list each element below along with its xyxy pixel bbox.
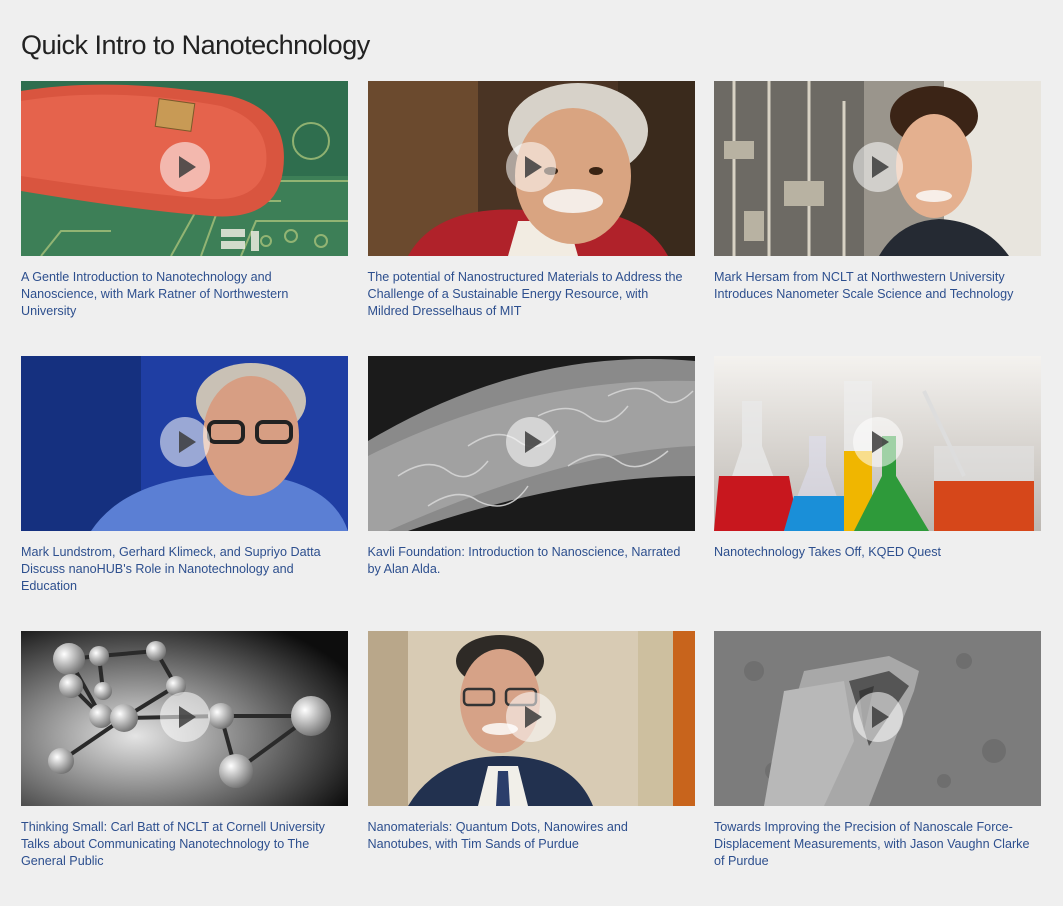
video-card[interactable]: Kavli Foundation: Introduction to Nanosc… (367, 356, 695, 631)
play-button-icon[interactable] (506, 141, 556, 192)
video-title-link[interactable]: Mark Lundstrom, Gerhard Klimeck, and Sup… (21, 544, 343, 595)
video-thumbnail[interactable] (714, 81, 1041, 256)
video-card[interactable]: Nanotechnology Takes Off, KQED Quest (714, 356, 1041, 631)
video-card[interactable]: Nanomaterials: Quantum Dots, Nanowires a… (367, 631, 695, 906)
video-card[interactable]: A Gentle Introduction to Nanotechnology … (21, 81, 348, 356)
video-card[interactable]: Mark Hersam from NCLT at Northwestern Un… (714, 81, 1041, 356)
video-thumbnail[interactable] (21, 356, 348, 531)
play-button-icon[interactable] (506, 691, 556, 742)
video-title-link[interactable]: Mark Hersam from NCLT at Northwestern Un… (714, 269, 1036, 303)
video-thumbnail[interactable] (21, 631, 348, 806)
video-title-link[interactable]: A Gentle Introduction to Nanotechnology … (21, 269, 343, 320)
video-card[interactable]: The potential of Nanostructured Material… (367, 81, 695, 356)
play-button-icon[interactable] (159, 416, 210, 467)
video-thumbnail[interactable] (367, 631, 695, 806)
play-button-icon[interactable] (506, 416, 556, 467)
video-card[interactable]: Towards Improving the Precision of Nanos… (714, 631, 1041, 906)
video-thumbnail[interactable] (21, 81, 348, 256)
page-title: Quick Intro to Nanotechnology (21, 30, 370, 60)
video-card[interactable]: Mark Lundstrom, Gerhard Klimeck, and Sup… (21, 356, 348, 631)
video-thumbnail[interactable] (367, 81, 695, 256)
video-title-link[interactable]: The potential of Nanostructured Material… (368, 269, 690, 320)
video-thumbnail[interactable] (367, 356, 695, 531)
play-button-icon[interactable] (159, 141, 210, 192)
play-button-icon[interactable] (159, 691, 210, 742)
video-card[interactable]: Thinking Small: Carl Batt of NCLT at Cor… (21, 631, 348, 906)
play-button-icon[interactable] (852, 691, 903, 742)
video-title-link[interactable]: Nanomaterials: Quantum Dots, Nanowires a… (368, 819, 690, 853)
play-button-icon[interactable] (852, 416, 903, 467)
video-title-link[interactable]: Nanotechnology Takes Off, KQED Quest (714, 544, 1036, 561)
video-title-link[interactable]: Kavli Foundation: Introduction to Nanosc… (368, 544, 690, 578)
video-title-link[interactable]: Towards Improving the Precision of Nanos… (714, 819, 1036, 870)
play-button-icon[interactable] (852, 141, 903, 192)
video-thumbnail[interactable] (714, 631, 1041, 806)
video-thumbnail[interactable] (714, 356, 1041, 531)
video-grid: A Gentle Introduction to Nanotechnology … (21, 81, 1041, 906)
video-title-link[interactable]: Thinking Small: Carl Batt of NCLT at Cor… (21, 819, 343, 870)
